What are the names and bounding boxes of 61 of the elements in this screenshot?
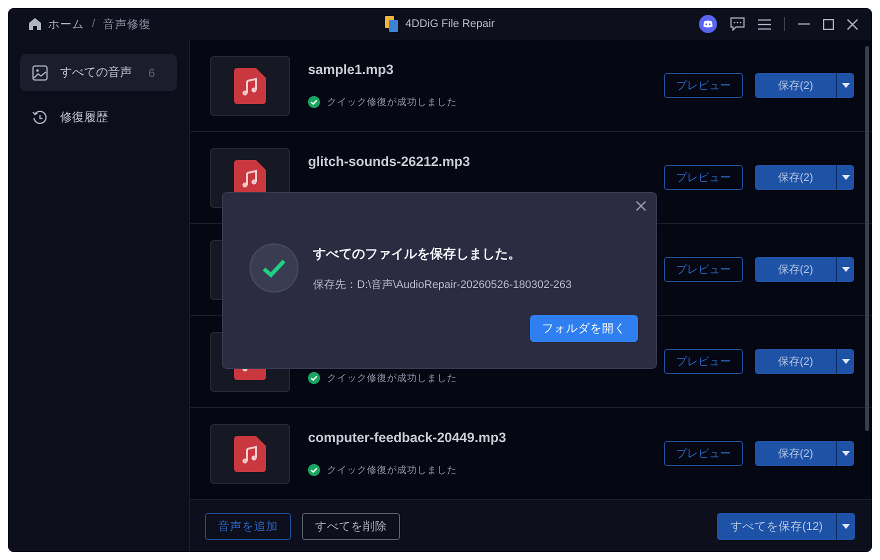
caret-icon bbox=[842, 83, 850, 88]
history-icon bbox=[32, 110, 48, 126]
success-check-icon bbox=[249, 243, 299, 293]
save-button[interactable]: 保存(2) bbox=[755, 441, 836, 466]
file-name: glitch-sounds-26212.mp3 bbox=[308, 154, 472, 171]
breadcrumb-item[interactable]: ホーム bbox=[48, 16, 84, 32]
breadcrumb-item[interactable]: 音声修復 bbox=[103, 16, 152, 32]
save-options-button[interactable] bbox=[836, 441, 854, 466]
success-check-icon bbox=[308, 464, 320, 476]
caret-icon bbox=[842, 524, 850, 528]
sidebar-item-label: 修復履歴 bbox=[60, 109, 108, 126]
save-all-options-button[interactable] bbox=[836, 512, 855, 540]
audio-file-icon bbox=[234, 68, 266, 104]
save-button[interactable]: 保存(2) bbox=[755, 73, 836, 98]
save-options-button[interactable] bbox=[836, 165, 854, 190]
maximize-icon[interactable] bbox=[823, 18, 834, 30]
window-title: 4DDiG File Repair bbox=[405, 18, 495, 30]
caret-icon bbox=[842, 359, 850, 364]
open-folder-button[interactable]: フォルダを開く bbox=[530, 315, 638, 342]
close-icon[interactable] bbox=[636, 201, 646, 211]
app-logo-icon bbox=[385, 16, 400, 32]
status-text: クイック修復が成功しました bbox=[327, 464, 457, 476]
status-text: クイック修復が成功しました bbox=[327, 372, 457, 384]
breadcrumb-separator: / bbox=[92, 18, 96, 30]
success-check-icon bbox=[308, 372, 320, 384]
preview-button[interactable]: プレビュー bbox=[664, 441, 743, 466]
preview-button[interactable]: プレビュー bbox=[664, 165, 743, 190]
caret-icon bbox=[842, 175, 850, 180]
delete-all-button[interactable]: すべてを削除 bbox=[302, 512, 400, 540]
save-button[interactable]: 保存(2) bbox=[755, 165, 836, 190]
minimize-icon[interactable] bbox=[798, 23, 810, 25]
chat-icon[interactable] bbox=[730, 17, 745, 31]
save-options-button[interactable] bbox=[836, 73, 854, 98]
save-button[interactable]: 保存(2) bbox=[755, 257, 836, 282]
add-audio-button[interactable]: 音声を追加 bbox=[205, 512, 291, 540]
caret-icon bbox=[842, 267, 850, 272]
file-name: sample1.mp3 bbox=[308, 62, 395, 79]
success-check-icon bbox=[308, 96, 320, 108]
sidebar-item[interactable]: 修復履歴 bbox=[20, 99, 177, 136]
file-name: computer-feedback-20449.mp3 bbox=[308, 430, 508, 447]
status-text: クイック修復が成功しました bbox=[327, 96, 457, 108]
save-button[interactable]: 保存(2) bbox=[755, 349, 836, 374]
image-icon bbox=[32, 64, 48, 80]
preview-button[interactable]: プレビュー bbox=[664, 257, 743, 282]
dialog-title: すべてのファイルを保存しました。 bbox=[313, 245, 522, 263]
close-icon[interactable] bbox=[847, 18, 858, 30]
preview-button[interactable]: プレビュー bbox=[664, 73, 743, 98]
audio-file-icon bbox=[234, 436, 266, 472]
caret-icon bbox=[842, 451, 850, 456]
sidebar-item[interactable]: すべての音声 6 bbox=[20, 54, 177, 91]
preview-button[interactable]: プレビュー bbox=[664, 349, 743, 374]
save-path-text: 保存先：D:\音声\AudioRepair-20260526-180302-263 bbox=[313, 278, 572, 292]
discord-icon[interactable] bbox=[699, 15, 717, 33]
sidebar-item-label: すべての音声 bbox=[60, 64, 132, 81]
menu-icon[interactable] bbox=[758, 18, 771, 30]
save-options-button[interactable] bbox=[836, 349, 854, 374]
item-count: 6 bbox=[148, 66, 155, 80]
scrollbar[interactable] bbox=[865, 46, 869, 431]
save-options-button[interactable] bbox=[836, 257, 854, 282]
save-all-button[interactable]: すべてを保存(12) bbox=[717, 512, 836, 540]
home-icon[interactable] bbox=[28, 17, 42, 31]
